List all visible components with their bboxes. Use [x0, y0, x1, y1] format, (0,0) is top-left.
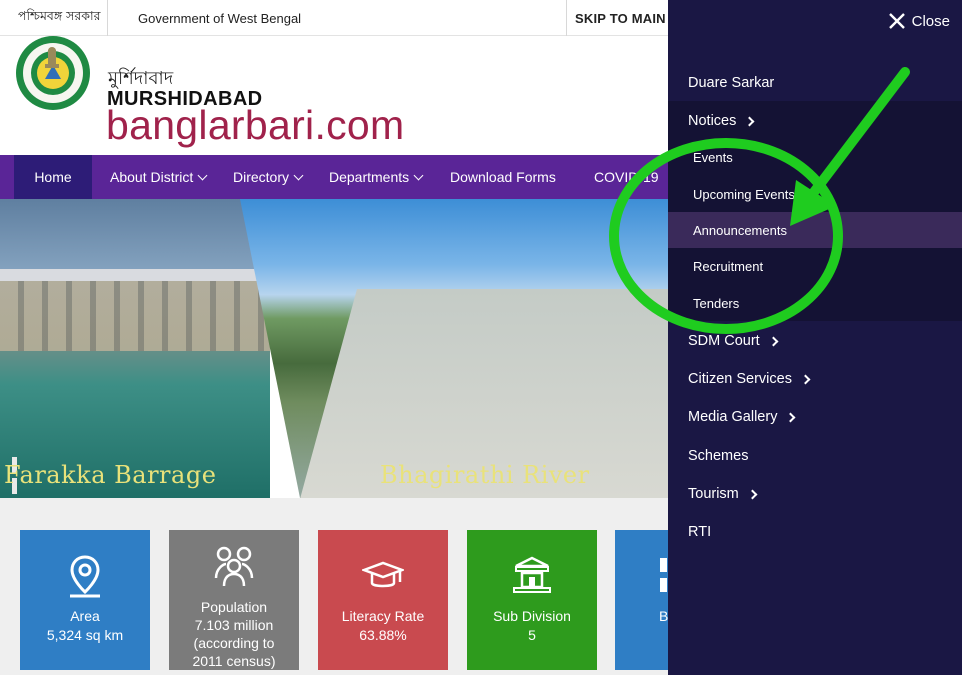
nav-directory-label: Directory [233, 169, 290, 185]
submenu-item-label: Upcoming Events [693, 186, 795, 202]
chevron-right-icon [744, 116, 755, 126]
stat-value: 5,324 sq km [46, 627, 124, 643]
chevron-right-icon [747, 489, 758, 499]
chevron-right-icon [786, 412, 796, 422]
menu-item-label: Notices [688, 113, 737, 129]
menu-item-notices[interactable]: Notices [668, 105, 962, 137]
menu-item-label: Duare Sarkar [688, 75, 775, 91]
menu-item-rti[interactable]: RTI [668, 517, 962, 547]
stat-card-subdivision[interactable]: Sub Division 5 [467, 530, 597, 670]
menu-item-schemes[interactable]: Schemes [668, 441, 962, 471]
submenu-item-label: Tenders [693, 295, 740, 311]
stat-note: (according to [193, 635, 275, 651]
slide-caption: Farakka Barrage [4, 461, 217, 489]
graduation-cap-icon [362, 561, 404, 588]
submenu-item-label: Events [693, 149, 733, 165]
nav-departments-label: Departments [329, 169, 410, 185]
menu-item-label: RTI [688, 524, 712, 540]
chevron-right-icon [768, 336, 779, 346]
ashoka-emblem-icon [45, 47, 59, 68]
stat-title: Literacy Rate [341, 608, 425, 624]
menu-item-duare-sarkar[interactable]: Duare Sarkar [668, 68, 962, 98]
stat-title: B [659, 608, 669, 624]
submenu-item-upcoming-events[interactable]: Upcoming Events [668, 176, 962, 212]
site-domain-watermark: banglarbari.com [106, 102, 405, 148]
stat-card-population[interactable]: Population 7.103 million (according to 2… [169, 530, 299, 670]
nav-directory[interactable]: Directory [233, 155, 304, 199]
chevron-down-icon [197, 170, 208, 180]
slide-farakka-barrage [0, 199, 270, 498]
gov-label: Government of West Bengal [138, 10, 302, 26]
people-icon [214, 546, 254, 587]
notices-submenu: Notices Events Upcoming Events Announcem… [668, 101, 962, 321]
nav-about-district[interactable]: About District [110, 155, 208, 199]
bengali-gov-label: পশ্চিমবঙ্গ সরকার [18, 0, 108, 36]
submenu-item-announcements[interactable]: Announcements [668, 212, 962, 248]
chevron-down-icon [293, 170, 304, 180]
chevron-down-icon [413, 170, 424, 180]
menu-item-media-gallery[interactable]: Media Gallery [668, 402, 962, 432]
menu-item-label: Tourism [688, 486, 739, 502]
stat-title: Sub Division [493, 608, 571, 624]
stat-value: 63.88% [359, 627, 407, 643]
stat-title: Population [200, 599, 268, 615]
nav-about-label: About District [110, 169, 194, 185]
submenu-item-events[interactable]: Events [668, 139, 962, 175]
submenu-item-recruitment[interactable]: Recruitment [668, 248, 962, 284]
slide-caption: Bhagirathi River [380, 461, 590, 489]
submenu-item-label: Announcements [693, 222, 787, 238]
submenu-item-label: Recruitment [693, 258, 764, 274]
stat-title: Area [70, 608, 100, 624]
submenu-item-tenders[interactable]: Tenders [668, 285, 962, 321]
menu-item-citizen-services[interactable]: Citizen Services [668, 364, 962, 394]
nav-departments[interactable]: Departments [329, 155, 424, 199]
menu-item-label: SDM Court [688, 333, 760, 349]
skip-to-main-link[interactable]: SKIP TO MAIN C [566, 0, 679, 36]
nav-home[interactable]: Home [14, 155, 92, 199]
stat-card-literacy[interactable]: Literacy Rate 63.88% [318, 530, 448, 670]
side-menu-drawer: Close Duare Sarkar Notices Events Upcomi… [668, 0, 962, 675]
stat-value: 7.103 million [194, 617, 274, 633]
menu-item-label: Citizen Services [688, 371, 792, 387]
menu-item-label: Schemes [688, 448, 749, 464]
nav-download-forms[interactable]: Download Forms [450, 155, 556, 199]
stat-value: 5 [528, 627, 536, 643]
menu-item-sdm-court[interactable]: SDM Court [668, 326, 962, 356]
stat-card-area[interactable]: Area 5,324 sq km [20, 530, 150, 670]
close-button[interactable]: Close [888, 12, 950, 30]
stat-note: 2011 census) [192, 653, 276, 669]
building-icon [513, 556, 551, 593]
map-pin-icon [70, 555, 100, 598]
nav-covid[interactable]: COVID-19 [594, 155, 659, 199]
close-icon [888, 13, 905, 29]
menu-item-label: Media Gallery [688, 409, 778, 425]
close-label: Close [911, 12, 950, 30]
chevron-right-icon [800, 374, 811, 384]
menu-item-tourism[interactable]: Tourism [668, 479, 962, 509]
stat-card-block[interactable]: B [615, 530, 675, 670]
